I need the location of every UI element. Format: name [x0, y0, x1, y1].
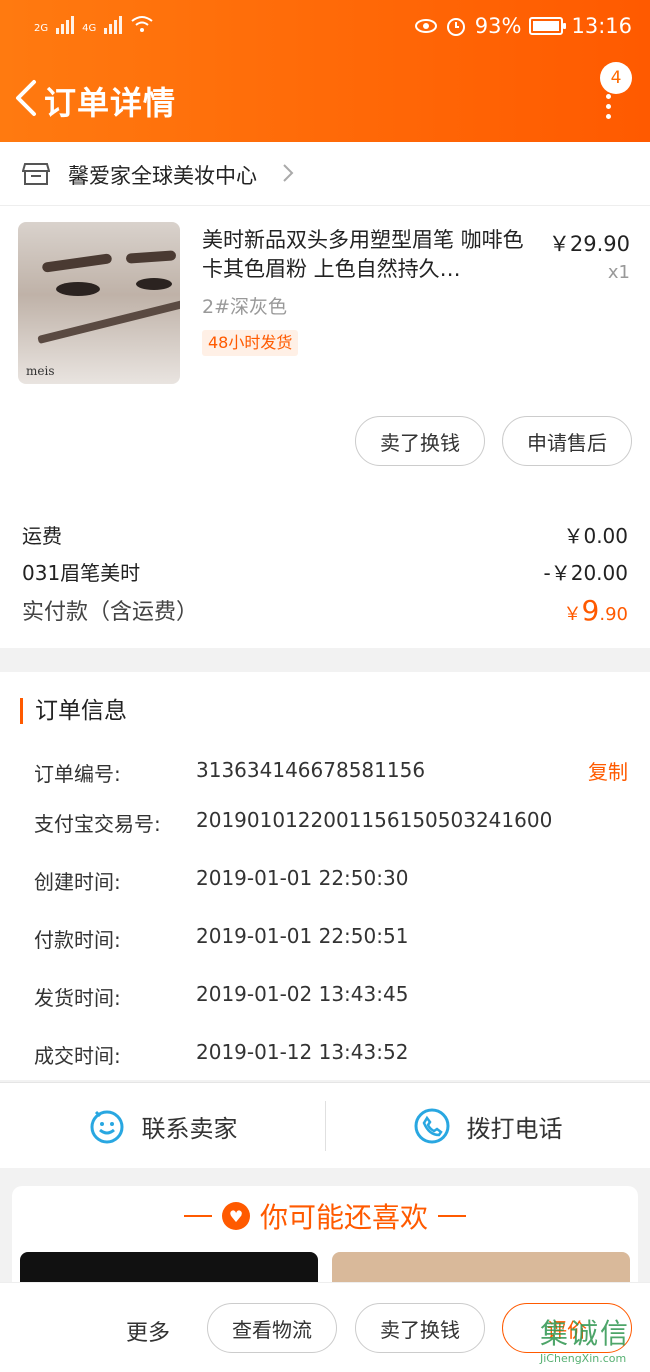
info-value: 2019010122001156150503241600 — [196, 808, 553, 832]
thumb-brow-shape — [125, 250, 177, 264]
order-card: 馨爱家全球美妆中心 meis 美时新品双头多用塑型眉笔 咖啡色卡其色眉粉 上色自… — [0, 142, 650, 648]
clock: 13:16 — [571, 14, 632, 38]
recommend-header: ♥ 你可能还喜欢 — [12, 1196, 638, 1236]
coupon-label: 031眉笔美时 — [22, 561, 141, 585]
info-value: 2019-01-01 22:50:30 — [196, 866, 409, 890]
total-row: 实付款（含运费） ￥9.90 — [22, 594, 628, 627]
watermark-logo: 集诚信 — [540, 1317, 631, 1350]
total-currency: ￥ — [563, 604, 582, 625]
total-decimal: .90 — [599, 604, 628, 625]
thumb-pencil-shape — [37, 299, 180, 345]
signal-group: 2G 4G — [34, 14, 154, 34]
info-value: 2019-01-12 13:43:52 — [196, 1040, 409, 1064]
contact-bar: 联系卖家 拨打电话 — [0, 1082, 650, 1168]
info-value: 2019-01-02 13:43:45 — [196, 982, 409, 1006]
product-price: ￥29.90 — [548, 232, 630, 256]
chevron-right-icon — [283, 164, 294, 182]
page-title: 订单详情 — [44, 84, 177, 122]
chat-smile-icon — [90, 1110, 123, 1144]
battery-icon — [529, 17, 567, 35]
phone-icon — [414, 1108, 449, 1144]
contact-seller-label: 联系卖家 — [141, 1114, 238, 1143]
battery-percent: 93% — [474, 14, 522, 38]
more-dots-icon — [606, 94, 612, 124]
sell-for-cash-button[interactable]: 卖了换钱 — [355, 1303, 485, 1353]
thumb-eye-shape — [56, 282, 100, 296]
info-key: 发货时间: — [34, 986, 121, 1010]
coupon-row: 031眉笔美时 -￥20.00 — [22, 557, 628, 586]
coupon-value: -￥20.00 — [543, 561, 628, 585]
product-title[interactable]: 美时新品双头多用塑型眉笔 咖啡色卡其色眉粉 上色自然持久… — [202, 226, 532, 284]
info-value: 2019-01-01 22:50:51 — [196, 924, 409, 948]
watermark: 集诚信 JiChengXin.com — [540, 1312, 648, 1368]
info-key: 付款时间: — [34, 928, 121, 952]
info-key: 订单编号: — [34, 762, 121, 786]
order-info-section: 订单信息 复制 订单编号: 313634146678581156 支付宝交易号:… — [0, 672, 650, 1080]
signal-icon — [56, 14, 75, 34]
view-logistics-button[interactable]: 查看物流 — [207, 1303, 337, 1353]
network-2g-label: 2G — [34, 23, 49, 34]
info-key: 创建时间: — [34, 870, 121, 894]
call-phone-label: 拨打电话 — [466, 1114, 563, 1143]
notification-badge: 4 — [600, 62, 632, 94]
shipping-tag: 48小时发货 — [202, 330, 299, 356]
nav-bar: 订单详情 4 — [0, 62, 650, 142]
more-button[interactable]: 更多 — [126, 1315, 170, 1347]
freight-row: 运费 ￥0.00 — [22, 520, 628, 549]
freight-label: 运费 — [22, 524, 62, 548]
total-integer: 9 — [581, 594, 600, 627]
alarm-icon — [446, 18, 465, 36]
store-icon — [22, 163, 50, 185]
back-arrow-icon[interactable] — [12, 78, 40, 118]
total-value: ￥9.90 — [564, 594, 628, 627]
recommend-title: 你可能还喜欢 — [259, 1201, 428, 1234]
after-sales-button[interactable]: 申请售后 — [502, 416, 632, 466]
total-label: 实付款（含运费） — [22, 600, 199, 625]
network-4g-label: 4G — [82, 23, 97, 34]
heart-icon: ♥ — [221, 1202, 250, 1230]
thumb-brow-shape — [41, 253, 113, 273]
app-header: 2G 4G 93% 13:16 订单详情 4 — [0, 0, 650, 142]
info-key: 成交时间: — [34, 1044, 121, 1068]
brand-logo-text: meis — [26, 364, 55, 378]
wifi-icon — [131, 16, 153, 32]
decor-line — [438, 1215, 466, 1217]
more-menu-button[interactable]: 4 — [596, 62, 632, 122]
status-right: 93% 13:16 — [414, 14, 632, 38]
status-bar: 2G 4G 93% 13:16 — [0, 0, 650, 56]
thumb-eye-shape — [136, 278, 172, 290]
decor-line — [183, 1215, 212, 1217]
contact-seller-button[interactable]: 联系卖家 — [0, 1083, 325, 1169]
info-key: 支付宝交易号: — [34, 812, 161, 836]
copy-order-number-button[interactable]: 复制 — [588, 756, 628, 785]
freight-value: ￥0.00 — [563, 524, 628, 548]
order-info-title: 订单信息 — [20, 698, 127, 724]
signal-icon — [104, 14, 123, 34]
shop-row[interactable]: 馨爱家全球美妆中心 — [0, 142, 650, 206]
product-thumbnail[interactable]: meis — [18, 222, 180, 384]
product-sku: 2#深灰色 — [202, 296, 288, 318]
info-value: 313634146678581156 — [196, 758, 426, 782]
product-quantity: x1 — [607, 262, 630, 283]
shop-name: 馨爱家全球美妆中心 — [68, 164, 257, 188]
watermark-url: JiChengXin.com — [540, 1352, 627, 1365]
eye-icon — [414, 19, 437, 33]
sell-for-cash-button[interactable]: 卖了换钱 — [355, 416, 485, 466]
call-phone-button[interactable]: 拨打电话 — [325, 1083, 650, 1169]
